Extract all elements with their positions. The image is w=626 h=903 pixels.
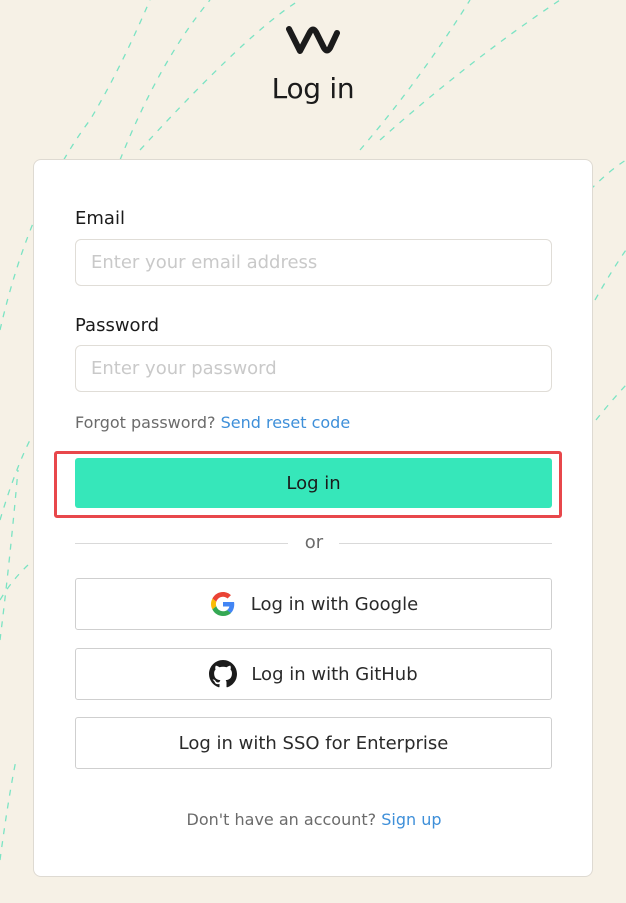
- login-card: Email Password Forgot password? Send res…: [33, 159, 593, 877]
- google-login-button[interactable]: Log in with Google: [75, 578, 552, 630]
- google-icon: [209, 590, 237, 618]
- divider-line-right: [339, 543, 552, 544]
- sso-login-button[interactable]: Log in with SSO for Enterprise: [75, 717, 552, 769]
- password-input[interactable]: [75, 345, 552, 392]
- divider-or: or: [304, 532, 324, 553]
- sso-login-label: Log in with SSO for Enterprise: [178, 732, 449, 754]
- divider-line-left: [75, 543, 288, 544]
- page-title: Log in: [271, 72, 355, 105]
- github-login-button[interactable]: Log in with GitHub: [75, 648, 552, 700]
- email-label: Email: [75, 208, 125, 229]
- signup-prompt: Don't have an account?: [186, 810, 377, 829]
- signup-row: Don't have an account? Sign up: [34, 810, 594, 829]
- email-input[interactable]: [75, 239, 552, 286]
- github-icon: [209, 660, 238, 688]
- password-label: Password: [75, 315, 160, 336]
- send-reset-code-link[interactable]: Send reset code: [221, 413, 351, 432]
- login-button[interactable]: Log in: [75, 458, 552, 508]
- google-login-label: Log in with Google: [250, 593, 419, 615]
- forgot-password-row: Forgot password? Send reset code: [75, 413, 350, 432]
- signup-link[interactable]: Sign up: [381, 810, 441, 829]
- forgot-password-text: Forgot password?: [75, 413, 216, 432]
- brand-logo-icon: [286, 26, 340, 54]
- github-login-label: Log in with GitHub: [251, 663, 418, 685]
